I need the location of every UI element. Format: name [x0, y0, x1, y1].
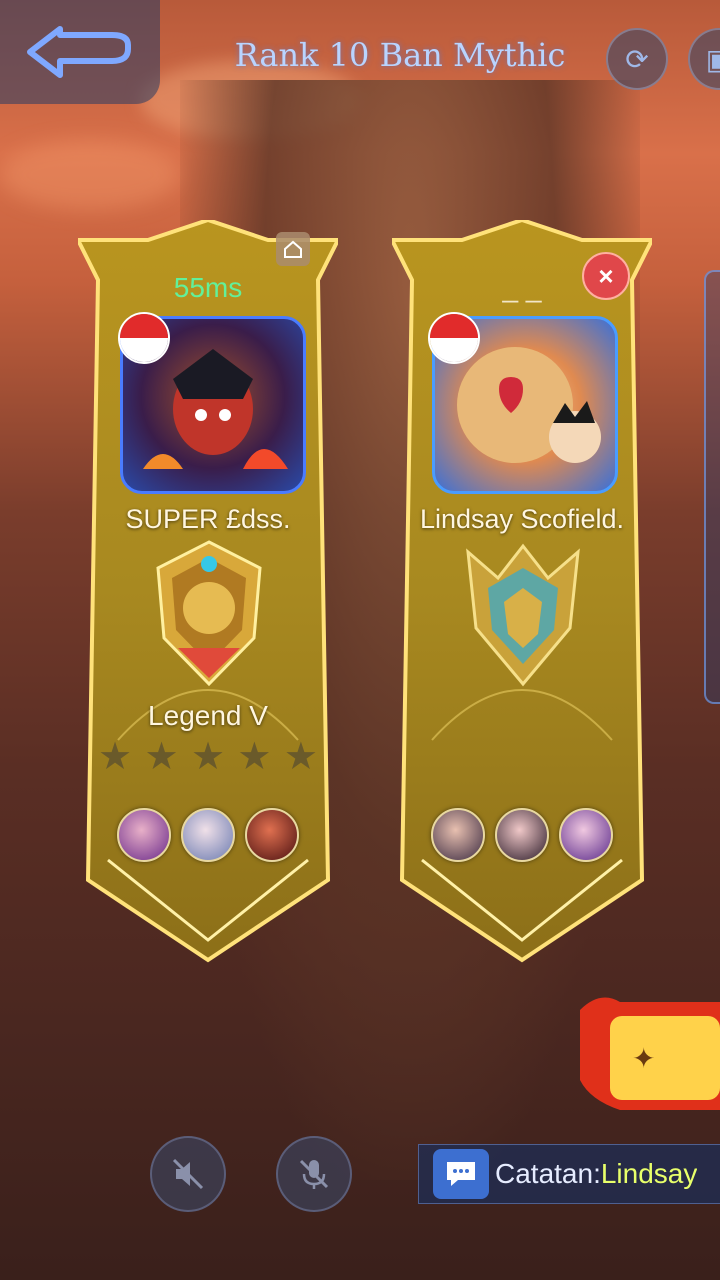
background-cloud: [0, 140, 180, 210]
speaker-mute-button[interactable]: [150, 1136, 226, 1212]
back-button[interactable]: [0, 0, 160, 104]
rank-stars: ★ ★ ★ ★ ★: [98, 738, 318, 776]
side-panel-edge[interactable]: [704, 270, 720, 704]
ping-text: _ _: [502, 272, 542, 303]
rank-name: Legend V: [148, 700, 268, 731]
ready-banner[interactable]: ✦: [580, 990, 720, 1110]
chat-sender-name: Lindsay: [600, 1158, 698, 1189]
sparkle-icon: ✦: [632, 1042, 655, 1075]
star-icon: ★: [283, 736, 318, 778]
star-icon: ★: [144, 736, 179, 778]
star-icon: ★: [98, 736, 133, 778]
chat-bubble-icon: [433, 1149, 489, 1199]
refresh-button[interactable]: ⟳: [606, 28, 668, 90]
chat-prefix: Catatan:: [495, 1158, 601, 1189]
country-flag-icon: [118, 312, 170, 364]
back-arrow-icon: [27, 26, 131, 78]
partial-icon: ▣: [705, 43, 720, 75]
mic-mute-button[interactable]: [276, 1136, 352, 1212]
home-icon: [276, 232, 310, 266]
mode-title: Rank 10 Ban Mythic: [234, 36, 566, 74]
hero-5-icon[interactable]: [495, 808, 549, 862]
settings-button[interactable]: ▣: [688, 28, 720, 90]
player-name: SUPER £dss.: [125, 504, 291, 534]
hero-list: [78, 808, 338, 862]
country-flag-icon: [428, 312, 480, 364]
speaker-off-icon: [172, 1158, 204, 1190]
legend-rank-emblem-icon: [156, 540, 262, 687]
star-icon: ★: [190, 736, 226, 778]
hero-3-icon[interactable]: [245, 808, 299, 862]
hero-6-icon[interactable]: [559, 808, 613, 862]
hero-list: [392, 808, 652, 862]
mic-off-icon: [299, 1159, 329, 1189]
chat-message: Catatan:Lindsay: [495, 1158, 697, 1190]
player-card[interactable]: × _ _ Lindsay Scofield.: [392, 220, 652, 980]
player-card[interactable]: 55ms SUPER £dss. Legend V ★ ★ ★ ★ ★: [78, 220, 338, 980]
player-name: Lindsay Scofield.: [419, 504, 625, 534]
ping-text: 55ms: [173, 272, 243, 303]
star-icon: ★: [237, 736, 272, 778]
hero-1-icon[interactable]: [117, 808, 171, 862]
mythic-rank-emblem-icon: [466, 543, 580, 687]
chat-box[interactable]: Catatan:Lindsay: [418, 1144, 720, 1204]
hero-2-icon[interactable]: [181, 808, 235, 862]
refresh-icon: ⟳: [625, 43, 649, 75]
hero-4-icon[interactable]: [431, 808, 485, 862]
